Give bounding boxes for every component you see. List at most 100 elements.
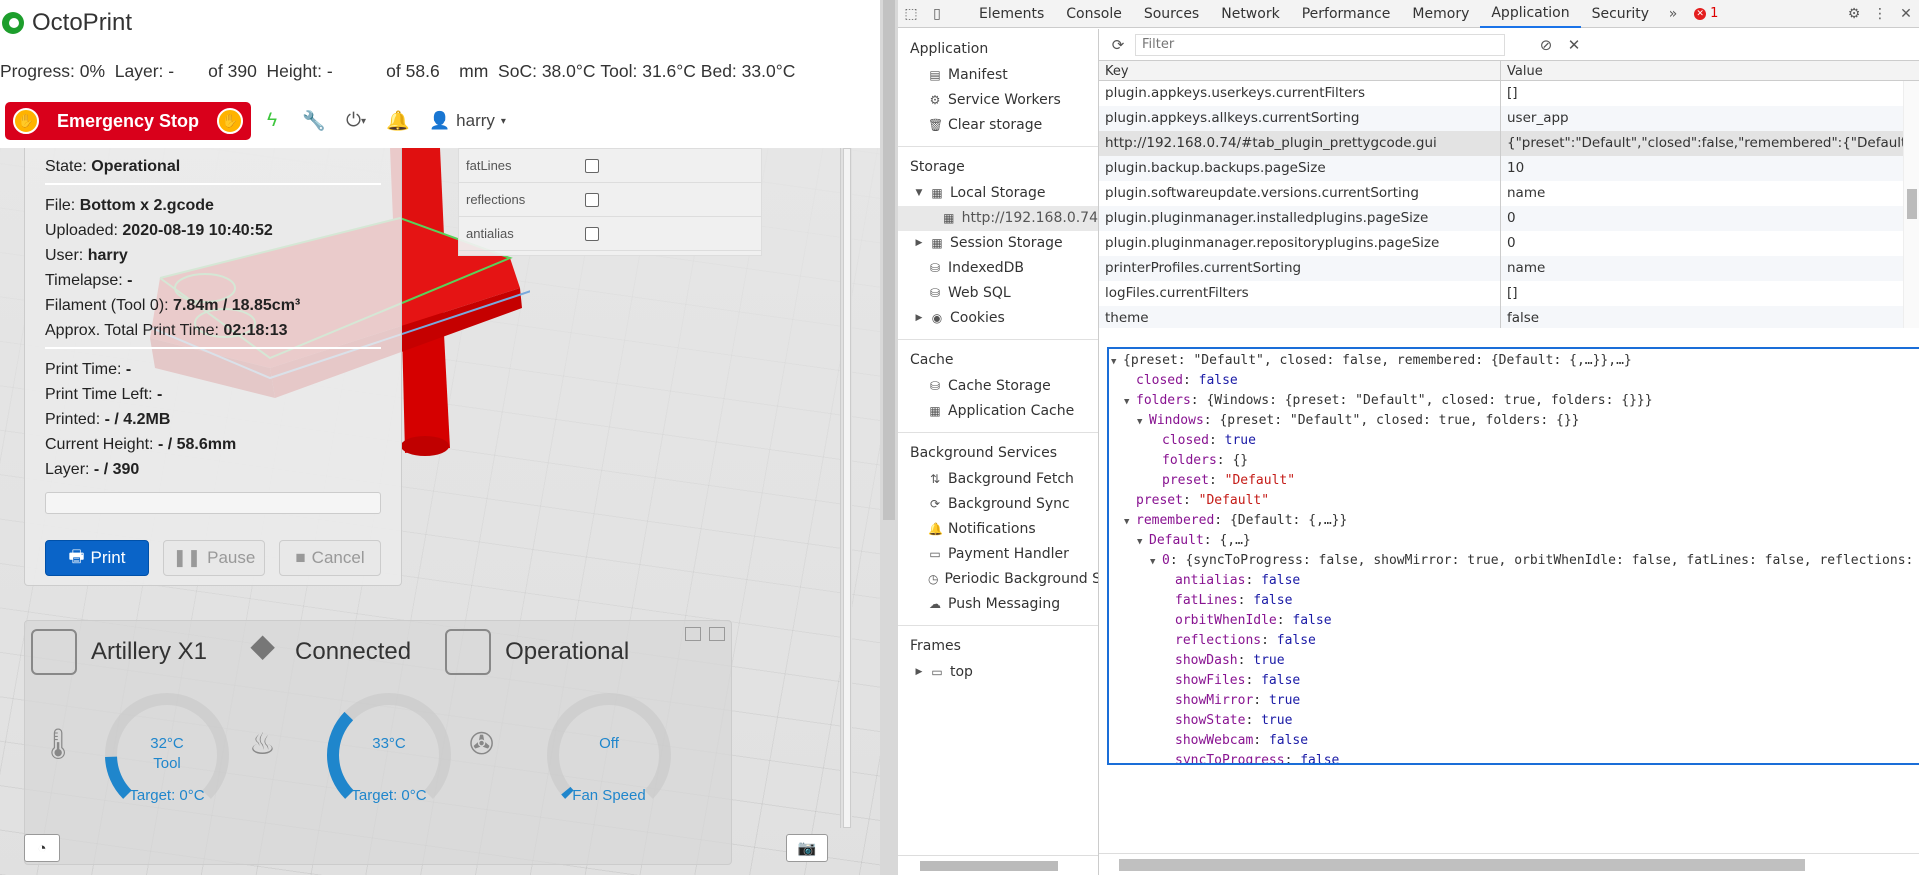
brand[interactable]: OctoPrint: [2, 8, 132, 38]
value-cell[interactable]: {"preset":"Default","closed":false,"reme…: [1501, 131, 1919, 156]
clear-all-icon[interactable]: ⊘: [1535, 36, 1557, 54]
key-cell[interactable]: plugin.pluginmanager.installedplugins.pa…: [1099, 206, 1501, 231]
key-cell[interactable]: theme: [1099, 306, 1501, 328]
sidebar-item-local-storage-origin[interactable]: ▦ http://192.168.0.74: [898, 206, 1098, 231]
value-column-header[interactable]: Value: [1501, 61, 1549, 80]
expand-right-icon[interactable]: ▶: [914, 306, 924, 331]
sidebar-item-service-workers[interactable]: ⚙ Service Workers: [898, 88, 1098, 113]
sidebar-item-cache-storage[interactable]: ⛁ Cache Storage: [898, 374, 1098, 399]
sidebar-item-periodic-background-sync[interactable]: ◷ Periodic Background Sync: [898, 567, 1098, 592]
sidebar-item-websql[interactable]: ⛁ Web SQL: [898, 281, 1098, 306]
key-cell[interactable]: http://192.168.0.74/#tab_plugin_prettygc…: [1099, 131, 1501, 156]
preview-horizontal-scrollbar[interactable]: [1099, 853, 1919, 875]
expand-down-icon[interactable]: ▼: [1150, 552, 1162, 572]
sidebar-item-background-sync[interactable]: ⟳ Background Sync: [898, 492, 1098, 517]
sidebar-item-payment-handler[interactable]: ▭ Payment Handler: [898, 542, 1098, 567]
pause-button[interactable]: ❚❚ Pause: [162, 540, 265, 576]
table-row[interactable]: theme false: [1099, 306, 1919, 328]
user-menu[interactable]: 👤 harry ▾: [419, 111, 506, 131]
sidebar-item-indexeddb[interactable]: ⛁ IndexedDB: [898, 256, 1098, 281]
value-cell[interactable]: name: [1501, 256, 1919, 281]
tree-line[interactable]: preset: "Default": [1109, 471, 1919, 491]
key-cell[interactable]: plugin.pluginmanager.repositoryplugins.p…: [1099, 231, 1501, 256]
tree-line[interactable]: ▼ {preset: "Default", closed: false, reme…: [1109, 351, 1919, 371]
window-splitter[interactable]: [880, 0, 898, 875]
table-row[interactable]: logFiles.currentFilters[]: [1099, 281, 1919, 306]
tree-line[interactable]: syncToProgress: false: [1109, 751, 1919, 763]
wrench-icon[interactable]: 🔧: [293, 102, 335, 140]
sidebar-item-manifest[interactable]: ▤ Manifest: [898, 63, 1098, 88]
expand-down-icon[interactable]: ▼: [914, 181, 924, 206]
tab-network[interactable]: Network: [1210, 0, 1290, 28]
tree-line[interactable]: reflections: false: [1109, 631, 1919, 651]
power-supply-bolt-icon[interactable]: ϟ: [251, 102, 293, 140]
expand-down-icon[interactable]: ▼: [1124, 512, 1136, 532]
power-icon[interactable]: ⏻ ▾: [335, 102, 377, 140]
table-row[interactable]: plugin.appkeys.userkeys.currentFilters[]: [1099, 81, 1919, 106]
kebab-menu-icon[interactable]: ⋮: [1867, 0, 1893, 28]
value-cell[interactable]: false: [1501, 306, 1919, 328]
table-scrollbar[interactable]: [1903, 81, 1919, 328]
scrollbar-thumb[interactable]: [1119, 859, 1805, 871]
delete-selected-icon[interactable]: ✕: [1563, 36, 1585, 54]
scrollbar-thumb[interactable]: [920, 861, 1058, 871]
bell-icon[interactable]: 🔔: [377, 102, 419, 140]
table-row[interactable]: plugin.appkeys.allkeys.currentSorting use…: [1099, 106, 1919, 131]
tab-elements[interactable]: Elements: [968, 0, 1055, 28]
error-counter[interactable]: ✕ 1: [1694, 6, 1718, 21]
tree-line[interactable]: showWebcam: false: [1109, 731, 1919, 751]
value-cell[interactable]: user_app: [1501, 106, 1919, 131]
sidebar-item-session-storage[interactable]: ▶ ▦ Session Storage: [898, 231, 1098, 256]
tree-line[interactable]: ▼ 0: {syncToProgress: false, showMirror: …: [1109, 551, 1919, 571]
inspect-element-icon[interactable]: ⬚: [898, 0, 924, 28]
fatlines-checkbox[interactable]: [585, 159, 599, 173]
table-row[interactable]: printerProfiles.currentSorting name: [1099, 256, 1919, 281]
sidebar-item-clear-storage[interactable]: 🗑 Clear storage: [898, 113, 1098, 138]
tree-line[interactable]: showFiles: false: [1109, 671, 1919, 691]
tree-line[interactable]: ▼ Default: {,…}: [1109, 531, 1919, 551]
tab-performance[interactable]: Performance: [1291, 0, 1402, 28]
close-icon[interactable]: ✕: [1893, 0, 1919, 28]
refresh-icon[interactable]: ⟳: [1107, 36, 1129, 54]
sidebar-item-notifications[interactable]: 🔔 Notifications: [898, 517, 1098, 542]
sidebar-item-local-storage[interactable]: ▼ ▦ Local Storage: [898, 181, 1098, 206]
cancel-button[interactable]: ■ Cancel: [278, 540, 382, 576]
table-row[interactable]: plugin.pluginmanager.installedplugins.pa…: [1099, 206, 1919, 231]
filter-input[interactable]: [1135, 33, 1505, 56]
antialias-checkbox[interactable]: [585, 227, 599, 241]
tree-line[interactable]: preset: "Default": [1109, 491, 1919, 511]
key-cell[interactable]: plugin.backup.backups.pageSize: [1099, 156, 1501, 181]
value-cell[interactable]: []: [1501, 81, 1919, 106]
device-toolbar-icon[interactable]: ▯: [924, 0, 950, 28]
emergency-stop-button[interactable]: ✋ Emergency Stop ✋: [5, 102, 251, 140]
gear-icon[interactable]: ⚙: [1841, 0, 1867, 28]
key-cell[interactable]: plugin.appkeys.allkeys.currentSorting: [1099, 106, 1501, 131]
minimize-icon[interactable]: [685, 627, 701, 641]
webcam-toggle-button[interactable]: 📷: [786, 834, 828, 862]
table-row[interactable]: plugin.pluginmanager.repositoryplugins.p…: [1099, 231, 1919, 256]
table-row[interactable]: plugin.backup.backups.pageSize 10: [1099, 156, 1919, 181]
key-cell[interactable]: printerProfiles.currentSorting: [1099, 256, 1501, 281]
table-row[interactable]: plugin.softwareupdate.versions.currentSo…: [1099, 181, 1919, 206]
sidebar-item-cookies[interactable]: ▶ ◉ Cookies: [898, 306, 1098, 331]
scrollbar-thumb[interactable]: [843, 148, 851, 828]
tree-line[interactable]: closed: false: [1109, 371, 1919, 391]
tree-line[interactable]: folders: {}: [1109, 451, 1919, 471]
tree-line[interactable]: ▼ remembered: {Default: {,…}}: [1109, 511, 1919, 531]
key-cell[interactable]: plugin.softwareupdate.versions.currentSo…: [1099, 181, 1501, 206]
value-cell[interactable]: name: [1501, 181, 1919, 206]
key-cell[interactable]: plugin.appkeys.userkeys.currentFilters: [1099, 81, 1501, 106]
more-tabs-icon[interactable]: »: [1660, 0, 1686, 28]
sidebar-horizontal-scrollbar[interactable]: [898, 855, 1098, 875]
tab-security[interactable]: Security: [1581, 0, 1661, 28]
tree-line[interactable]: showMirror: true: [1109, 691, 1919, 711]
page-scrollbar[interactable]: [840, 148, 852, 828]
key-cell[interactable]: logFiles.currentFilters: [1099, 281, 1501, 306]
dashboard-toggle-button[interactable]: ◔: [24, 834, 60, 862]
sidebar-item-push-messaging[interactable]: ☁ Push Messaging: [898, 592, 1098, 617]
expand-down-icon[interactable]: ▼: [1111, 352, 1123, 372]
reflections-checkbox[interactable]: [585, 193, 599, 207]
tree-line[interactable]: showDash: true: [1109, 651, 1919, 671]
tree-line[interactable]: ▼ folders: {Windows: {preset: "Default", …: [1109, 391, 1919, 411]
tree-line[interactable]: fatLines: false: [1109, 591, 1919, 611]
